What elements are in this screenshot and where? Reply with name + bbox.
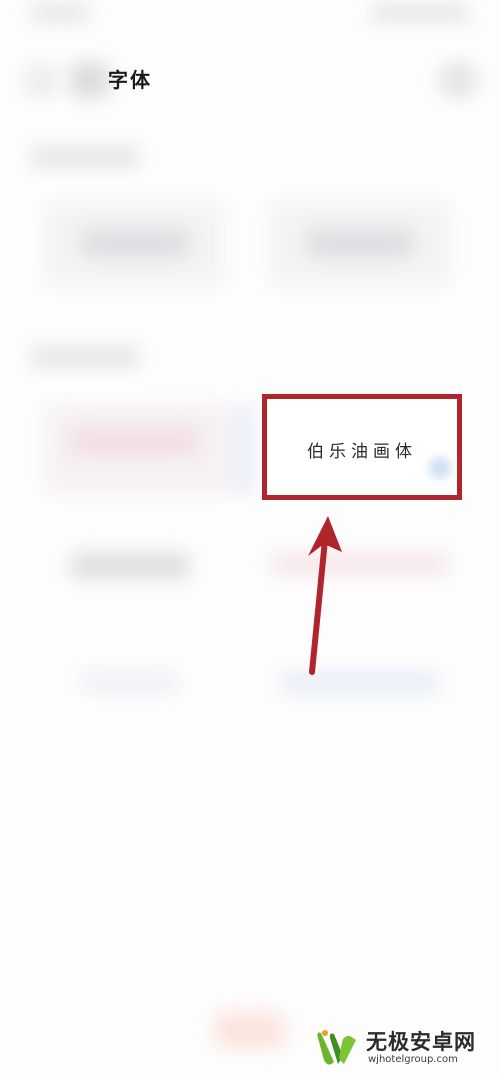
card-edge <box>236 404 252 494</box>
status-bar-left <box>30 4 90 22</box>
status-bar-right <box>370 4 470 22</box>
watermark: 无极安卓网 wjhotelgroup.com <box>312 1024 498 1072</box>
font-option-name: 伯乐油画体 <box>307 442 417 462</box>
font-option-label <box>305 228 415 258</box>
watermark-name: 无极安卓网 <box>366 1030 476 1054</box>
page-title: 字体 <box>108 68 152 92</box>
more-button[interactable] <box>438 62 478 98</box>
title-prefix <box>70 62 110 98</box>
font-option[interactable] <box>70 552 190 580</box>
logo-icon <box>317 1030 356 1065</box>
section-header <box>30 146 140 168</box>
font-settings-screen: 字体 伯乐油画体 无极安卓网 wjhotelgroup.com <box>0 0 500 1074</box>
back-button[interactable] <box>24 64 58 98</box>
section-header <box>30 346 140 368</box>
watermark-url: wjhotelgroup.com <box>368 1054 458 1065</box>
font-option-highlighted[interactable]: 伯乐油画体 <box>262 394 462 500</box>
bottom-action-button[interactable] <box>215 1012 285 1048</box>
font-option[interactable] <box>80 672 180 692</box>
font-option-label <box>70 430 200 452</box>
font-option-label <box>80 228 190 258</box>
arrow-up-icon <box>308 516 342 675</box>
